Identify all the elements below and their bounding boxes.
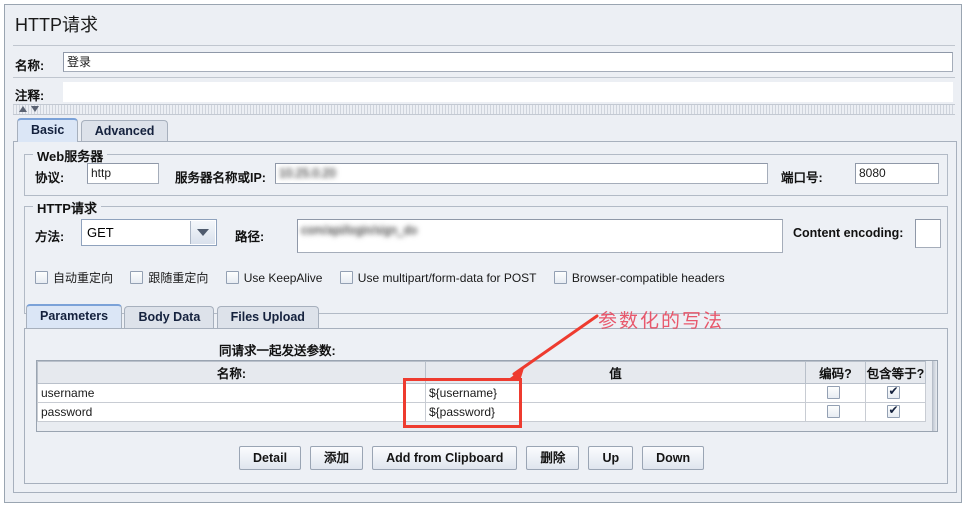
name-divider [13,77,955,78]
tab-files-upload[interactable]: Files Upload [216,306,319,328]
table-header-row: 名称: 值 编码? 包含等于? [37,361,926,384]
checkbox-checked-icon[interactable] [886,385,900,399]
checkbox-box-icon[interactable] [553,271,567,284]
delete-button[interactable]: 删除 [526,446,580,470]
checkbox-auto-redirect[interactable]: 自动重定向 [35,269,113,286]
comment-row: 注释: [15,82,955,103]
panel-splitter[interactable] [13,104,955,115]
cell-encode[interactable] [805,383,866,403]
name-row: 名称: 登录 [15,52,955,73]
page-title: HTTP请求 [15,15,98,35]
method-label: 方法: [35,230,65,244]
checkbox-follow-redirect-label: 跟随重定向 [148,271,209,285]
tab-basic[interactable]: Basic [17,118,79,142]
port-label: 端口号: [781,171,823,185]
comment-input[interactable] [63,82,953,102]
content-encoding-label: Content encoding: [793,226,904,240]
cell-include-equals[interactable] [865,383,926,403]
parameters-panel: 同请求一起发送参数: 名称: 值 编码? 包含等于? username ${us… [24,328,948,484]
cell-include-equals[interactable] [865,402,926,422]
server-label: 服务器名称或IP: [175,171,266,185]
request-options-row: 自动重定向 跟随重定向 Use KeepAlive Use multipart/… [35,269,739,287]
name-input[interactable]: 登录 [63,52,953,72]
tab-body-data[interactable]: Body Data [124,306,215,328]
table-scrollbar[interactable] [932,361,937,431]
table-row[interactable]: username ${username} [37,383,926,403]
protocol-input[interactable]: http [87,163,159,184]
http-request-panel: HTTP请求 名称: 登录 注释: Basic Advanced Web服务器 … [4,4,962,503]
comment-label: 注释: [15,89,45,103]
checkbox-box-icon[interactable] [826,386,840,399]
path-label: 路径: [235,230,265,244]
parameters-table: 名称: 值 编码? 包含等于? username ${username} ✔ p… [37,361,926,422]
checkbox-box-icon[interactable] [130,271,144,284]
tab-parameters[interactable]: Parameters [26,304,123,328]
http-request-group: HTTP请求 方法: GET 路径: com/api/login/sign_do… [24,198,948,314]
cell-name[interactable]: username [37,383,426,403]
chevron-down-icon[interactable] [190,221,215,244]
cell-value[interactable]: ${username} [425,383,806,403]
checkbox-checked-icon[interactable] [886,404,900,418]
checkbox-use-multipart-label: Use multipart/form-data for POST [357,270,537,285]
cell-name[interactable]: password [37,402,426,422]
checkbox-box-icon[interactable] [826,405,840,418]
path-input[interactable]: com/api/login/sign_do [297,219,783,253]
content-encoding-input[interactable] [915,219,941,248]
send-params-title: 同请求一起发送参数: [219,344,336,358]
param-tabstrip: Parameters Body Data Files Upload [26,304,319,328]
column-encode: 编码? [805,361,866,384]
detail-button[interactable]: Detail [239,446,302,470]
main-tabstrip: Basic Advanced [17,118,169,142]
checkbox-use-multipart[interactable]: Use multipart/form-data for POST [339,270,537,285]
checkbox-browser-compatible-headers[interactable]: Browser-compatible headers [553,270,725,285]
header-divider [13,45,955,46]
annotation-text: 参数化的写法 [598,310,725,332]
port-input[interactable]: 8080 [855,163,939,184]
parameters-button-bar: Detail 添加 Add from Clipboard 删除 Up Down [239,446,705,470]
server-input[interactable]: 10.25.0.20 [275,163,768,184]
collapse-up-icon[interactable] [19,106,27,112]
name-label: 名称: [15,59,45,73]
checkbox-browser-compatible-headers-label: Browser-compatible headers [571,270,725,285]
column-value: 值 [425,361,806,384]
column-include-equals: 包含等于? [865,361,926,384]
checkbox-follow-redirect[interactable]: 跟随重定向 [130,269,208,286]
checkbox-box-icon[interactable] [339,271,353,284]
up-button[interactable]: Up [588,446,634,470]
cell-encode[interactable] [805,402,866,422]
checkbox-box-icon[interactable] [225,271,239,284]
parameters-table-wrap: 名称: 值 编码? 包含等于? username ${username} ✔ p… [36,360,938,432]
collapse-down-icon[interactable] [31,106,39,112]
protocol-label: 协议: [35,171,65,185]
checkbox-box-icon[interactable] [35,271,48,284]
cell-value[interactable]: ${password} [425,402,806,422]
add-button[interactable]: 添加 [310,446,364,470]
basic-tab-content: Web服务器 协议: http 服务器名称或IP: 10.25.0.20 端口号… [13,141,957,493]
checkbox-use-keepalive-label: Use KeepAlive [243,270,323,285]
checkbox-use-keepalive[interactable]: Use KeepAlive [225,270,323,285]
tab-advanced[interactable]: Advanced [80,120,169,142]
checkbox-auto-redirect-label: 自动重定向 [53,271,114,285]
method-select[interactable]: GET [81,219,217,246]
method-select-value: GET [87,225,114,240]
column-name: 名称: [37,361,426,384]
web-server-group: Web服务器 协议: http 服务器名称或IP: 10.25.0.20 端口号… [24,146,948,196]
down-button[interactable]: Down [642,446,705,470]
add-from-clipboard-button[interactable]: Add from Clipboard [372,446,518,470]
http-request-group-title: HTTP请求 [33,198,101,217]
table-row[interactable]: password ${password} [37,402,926,422]
